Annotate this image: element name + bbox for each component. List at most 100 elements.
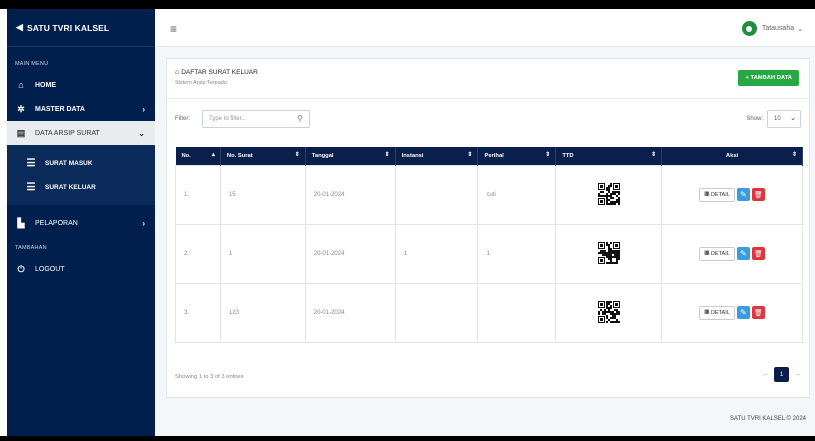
col-header-tanggal[interactable]: Tanggal ⇕ xyxy=(305,147,396,165)
table-header-row: No. ▴ No. Surat ⇕ Tanggal ⇕ Instansi ⇕ Perih… xyxy=(175,147,803,165)
sidebar-item-master-data[interactable]: ✲ MASTER DATA › xyxy=(7,97,155,121)
trash-icon: 🗑 xyxy=(753,309,763,317)
detail-button[interactable]: lll\ DETAIL xyxy=(699,187,735,202)
sidebar-item-data-arsip-surat[interactable]: ▤ DATA ARSIP SURAT ⌄ xyxy=(7,121,155,145)
chevron-right-icon: › xyxy=(142,218,145,228)
col-header-instansi[interactable]: Instansi ⇕ xyxy=(395,147,479,165)
page-title-text: DAFTAR SURAT KELUAR xyxy=(181,69,258,76)
sidebar-item-label: LOGOUT xyxy=(35,265,65,273)
brand[interactable]: ◀ SATU TVRI KALSEL xyxy=(7,9,155,47)
col-header-text: TTD xyxy=(562,152,574,159)
sidebar-item-label: PELAPORAN xyxy=(35,219,78,227)
user-menu[interactable]: Tatausaha ⌄ xyxy=(741,21,803,36)
sort-icon: ⇕ xyxy=(467,152,473,158)
cell-instansi xyxy=(394,282,479,343)
top-border xyxy=(0,0,815,9)
edit-button[interactable]: ✎ xyxy=(736,247,750,260)
next-page-button[interactable]: → xyxy=(794,371,801,378)
book-icon: lll\ xyxy=(704,309,709,316)
prev-page-button[interactable]: ← xyxy=(762,371,769,378)
sidebar-item-surat-masuk[interactable]: ☰ SURAT MASUK xyxy=(7,151,155,175)
cell-perihal: 1 xyxy=(477,223,557,284)
sort-icon: ⇕ xyxy=(651,152,657,158)
menu-icon[interactable]: ≡ xyxy=(170,22,177,36)
sidebar-item-label: SURAT MASUK xyxy=(45,159,93,167)
delete-button[interactable]: 🗑 xyxy=(751,306,765,319)
sidebar-item-label: HOME xyxy=(35,81,56,89)
cell-aksi: lll\ DETAIL ✎ 🗑 xyxy=(661,164,803,225)
main-content: ⌂ DAFTAR SURAT KELUAR Sistem Arsip Terpad… xyxy=(155,47,815,436)
submenu-arsip: ☰ SURAT MASUK ☰ SURAT KELUAR xyxy=(7,145,155,205)
show-value: 10 xyxy=(774,116,781,122)
cell-perihal: cuti xyxy=(477,164,557,225)
sidebar-item-pelaporan[interactable]: ▙ PELAPORAN › xyxy=(7,211,155,235)
detail-button[interactable]: lll\ DETAIL xyxy=(699,305,735,320)
table-row: 2. 1 20-01-2024 1 1 lll\ DETAIL ✎ 🗑 xyxy=(175,223,803,284)
filter-label: Filter: xyxy=(175,116,190,122)
col-header-ttd[interactable]: TTD ⇕ xyxy=(555,147,663,165)
card-header: ⌂ DAFTAR SURAT KELUAR Sistem Arsip Terpad… xyxy=(167,59,809,99)
col-header-text: No. Surat xyxy=(226,152,253,159)
chevron-down-icon: ⌄ xyxy=(797,25,803,33)
cell-aksi: lll\ DETAIL ✎ 🗑 xyxy=(661,282,803,343)
qr-icon xyxy=(597,300,620,323)
list-icon: ☰ xyxy=(26,181,36,193)
col-header-no[interactable]: No. ▴ xyxy=(175,147,221,165)
cell-tanggal: 20-01-2024 xyxy=(304,223,396,284)
show-label: Show: xyxy=(746,116,763,122)
sidebar-item-label: MASTER DATA xyxy=(35,105,85,113)
col-header-aksi[interactable]: Aksi ⇕ xyxy=(661,147,803,165)
sidebar-item-surat-keluar[interactable]: ☰ SURAT KELUAR xyxy=(7,175,155,199)
list-icon: ☰ xyxy=(26,157,36,169)
col-header-text: Perihal xyxy=(484,152,504,159)
avatar xyxy=(741,21,757,36)
cell-perihal xyxy=(477,282,557,343)
page-button-current[interactable]: 1 xyxy=(774,367,789,382)
sidebar-item-label: DATA ARSIP SURAT xyxy=(35,129,100,137)
delete-button[interactable]: 🗑 xyxy=(751,247,765,260)
filter-placeholder: Type to filter... xyxy=(209,116,247,122)
detail-button[interactable]: lll\ DETAIL xyxy=(699,246,735,261)
edit-icon: ✎ xyxy=(739,249,747,258)
sort-up-icon: ▴ xyxy=(211,152,215,158)
edit-icon: ✎ xyxy=(739,190,747,199)
delete-button[interactable]: 🗑 xyxy=(751,188,765,201)
trash-icon: 🗑 xyxy=(753,191,763,199)
add-data-button[interactable]: + TAMBAH DATA xyxy=(738,70,799,86)
edit-button[interactable]: ✎ xyxy=(736,188,750,201)
cell-ttd xyxy=(555,164,663,225)
card-footer: Showing 1 to 3 of 3 entries ← 1 → xyxy=(167,367,811,399)
cell-instansi xyxy=(394,164,479,225)
detail-label: DETAIL xyxy=(710,250,730,257)
main-menu-label: MAIN MENU xyxy=(15,61,49,67)
sidebar-item-label: SURAT KELUAR xyxy=(45,183,96,191)
add-data-label: TAMBAH DATA xyxy=(750,75,792,81)
top-header: ≡ Tatausaha ⌄ xyxy=(155,9,815,47)
sort-icon: ⇕ xyxy=(294,152,300,158)
search-icon: ⚲ xyxy=(297,114,303,123)
col-header-text: Instansi xyxy=(401,152,424,159)
col-header-text: Tanggal xyxy=(311,152,334,159)
cell-ttd xyxy=(555,282,663,343)
user-name: Tatausaha xyxy=(761,25,795,32)
cell-instansi: 1 xyxy=(394,223,479,284)
tambahan-label: TAMBAHAN xyxy=(15,245,47,251)
sidebar-item-home[interactable]: ⌂ HOME xyxy=(7,73,155,97)
arrow-left-icon: ◀ xyxy=(16,22,24,32)
filter-input[interactable]: Type to filter... ⚲ xyxy=(202,110,310,128)
edit-button[interactable]: ✎ xyxy=(736,306,750,319)
col-header-perihal[interactable]: Perihal ⇕ xyxy=(477,147,557,165)
detail-label: DETAIL xyxy=(710,191,730,198)
sort-icon: ⇕ xyxy=(545,152,551,158)
cell-ttd xyxy=(555,223,663,284)
brand-title: SATU TVRI KALSEL xyxy=(27,22,110,33)
bottom-border xyxy=(0,436,815,441)
report-icon: ▙ xyxy=(17,217,25,228)
cell-no: 2. xyxy=(175,223,221,284)
show-select[interactable]: 10 ⌄ xyxy=(767,110,801,128)
col-header-text: No. xyxy=(181,152,191,159)
chevron-down-icon: ⌄ xyxy=(790,115,796,122)
col-header-no-surat[interactable]: No. Surat ⇕ xyxy=(220,147,306,165)
book-icon: lll\ xyxy=(704,250,709,257)
sidebar-item-logout[interactable]: ⏻ LOGOUT xyxy=(7,257,155,281)
